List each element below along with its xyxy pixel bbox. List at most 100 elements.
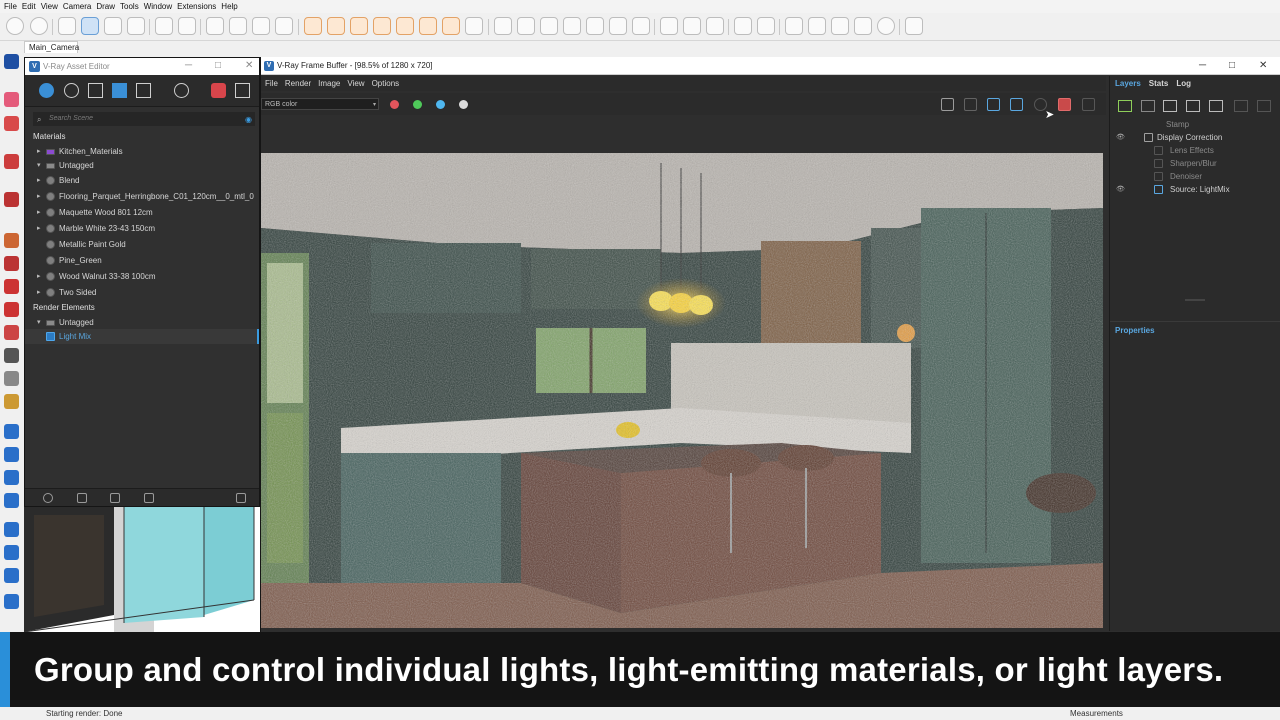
delete-icon[interactable] (144, 493, 154, 503)
select-tool-icon[interactable] (6, 17, 24, 35)
vfb-menu-options[interactable]: Options (372, 76, 407, 91)
expand-arrow-icon[interactable]: ▾ (37, 161, 41, 169)
lock-icon[interactable] (275, 17, 293, 35)
zoom-icon[interactable] (4, 470, 19, 485)
ies-light-icon[interactable] (373, 17, 391, 35)
list-item[interactable]: ▾ Untagged (25, 315, 259, 330)
mesh-clipper-icon[interactable] (609, 17, 627, 35)
push-pull-icon[interactable] (4, 233, 19, 248)
render-teapot-icon[interactable] (211, 83, 226, 98)
expand-arrow-icon[interactable]: ▸ (37, 176, 41, 184)
menu-extensions[interactable]: Extensions (177, 0, 221, 13)
minimize-icon[interactable]: ─ (185, 60, 192, 71)
infinite-plane-icon[interactable] (494, 17, 512, 35)
expand-arrow-icon[interactable]: ▸ (37, 224, 41, 232)
expand-arrow-icon[interactable]: ▸ (37, 288, 41, 296)
eraser-icon[interactable] (4, 92, 19, 107)
batch-render-icon[interactable] (127, 17, 145, 35)
look-around-icon[interactable] (4, 594, 19, 609)
textures-tab-icon[interactable] (136, 83, 151, 98)
eye-icon[interactable]: 👁 (1116, 133, 1125, 141)
lights-tab-icon[interactable] (64, 83, 79, 98)
materials-tab-icon[interactable] (39, 83, 54, 98)
expand-arrow-icon[interactable]: ▸ (37, 272, 41, 280)
purge-icon[interactable] (236, 493, 246, 503)
orbit-icon[interactable] (4, 424, 19, 439)
cube-tool-icon[interactable] (831, 17, 849, 35)
chaos-cosmos-icon[interactable] (734, 17, 752, 35)
frame-buffer-icon[interactable] (178, 17, 196, 35)
fur-icon[interactable] (563, 17, 581, 35)
list-item[interactable]: Light Mix (25, 329, 259, 344)
expand-arrow-icon[interactable]: ▸ (37, 147, 41, 155)
red-channel-icon[interactable] (390, 100, 399, 109)
list-item[interactable]: ▾ Untagged (25, 158, 259, 173)
save-image-icon[interactable] (941, 98, 954, 111)
shape-icon[interactable] (4, 154, 19, 169)
decal-icon[interactable] (632, 17, 650, 35)
rendered-image[interactable] (261, 153, 1103, 628)
menu-file[interactable]: File (4, 0, 22, 13)
asset-editor-icon[interactable] (155, 17, 173, 35)
grid-icon[interactable] (660, 17, 678, 35)
list-item[interactable]: ▸ Wood Walnut 33-38 100cm (25, 269, 259, 284)
frame-buffer-titlebar[interactable]: V V-Ray Frame Buffer - [98.5% of 1280 x … (261, 57, 1280, 75)
paint-bucket-icon[interactable] (4, 394, 19, 409)
render-teapot-icon[interactable] (1058, 98, 1071, 111)
tab-layers[interactable]: Layers (1115, 79, 1141, 90)
green-channel-icon[interactable] (413, 100, 422, 109)
load-layers-icon[interactable] (1186, 100, 1200, 112)
sphere-light-icon[interactable] (350, 17, 368, 35)
render-progressive-icon[interactable] (81, 17, 99, 35)
vfb-menu-render[interactable]: Render (285, 76, 318, 91)
scale-icon[interactable] (4, 325, 19, 340)
redo-icon[interactable] (1257, 100, 1271, 112)
expand-arrow-icon[interactable]: ▾ (37, 318, 41, 326)
track-mouse-icon[interactable] (1010, 98, 1023, 111)
list-item[interactable]: ▸ Two Sided (25, 285, 259, 300)
vantage-icon[interactable] (757, 17, 775, 35)
pencil-icon[interactable] (4, 116, 19, 131)
section-icon[interactable] (229, 17, 247, 35)
list-item[interactable]: ▸ Maquette Wood 801 12cm (25, 205, 259, 220)
proxy-import-icon[interactable] (540, 17, 558, 35)
layers-tool-icon[interactable] (854, 17, 872, 35)
select-arrow-icon[interactable] (4, 54, 19, 69)
menu-view[interactable]: View (41, 0, 63, 13)
rotate-icon[interactable] (4, 302, 19, 317)
dome-light-icon[interactable] (419, 17, 437, 35)
settings-gear-icon[interactable] (174, 83, 189, 98)
move-icon[interactable] (4, 279, 19, 294)
menu-camera[interactable]: Camera (63, 0, 96, 13)
list-item[interactable]: Metallic Paint Gold (25, 237, 259, 252)
maximize-icon[interactable]: □ (1229, 60, 1235, 71)
layer-item[interactable]: Sharpen/Blur (1116, 157, 1276, 170)
region-render-icon[interactable] (987, 98, 1000, 111)
position-camera-icon[interactable] (4, 522, 19, 537)
layer-item[interactable]: Denoiser (1116, 170, 1276, 183)
add-layer-icon[interactable] (1118, 100, 1132, 112)
layer-item[interactable]: Lens Effects (1116, 144, 1276, 157)
open-file-icon[interactable] (77, 493, 87, 503)
omni-light-icon[interactable] (396, 17, 414, 35)
proxy-export-icon[interactable] (517, 17, 535, 35)
walk-icon[interactable] (4, 545, 19, 560)
render-interactive-icon[interactable] (58, 17, 76, 35)
minimize-icon[interactable]: ─ (1199, 60, 1206, 71)
close-icon[interactable]: ✕ (245, 60, 253, 71)
splitter-handle[interactable] (1185, 299, 1205, 301)
layer-list-icon[interactable] (1209, 100, 1223, 112)
list-item[interactable]: ▸ Blend (25, 173, 259, 188)
clear-tool-icon[interactable] (877, 17, 895, 35)
menu-tools[interactable]: Tools (120, 0, 144, 13)
material-icon[interactable] (252, 17, 270, 35)
interactive-render-icon[interactable] (1082, 98, 1095, 111)
channel-select[interactable]: RGB color (261, 98, 379, 110)
stamp-icon[interactable] (706, 17, 724, 35)
window-icon[interactable] (206, 17, 224, 35)
maximize-icon[interactable]: □ (215, 60, 221, 71)
menu-edit[interactable]: Edit (22, 0, 41, 13)
follow-me-icon[interactable] (4, 256, 19, 271)
sketchup-viewport[interactable] (24, 505, 260, 632)
geometry-tab-icon[interactable] (88, 83, 103, 98)
